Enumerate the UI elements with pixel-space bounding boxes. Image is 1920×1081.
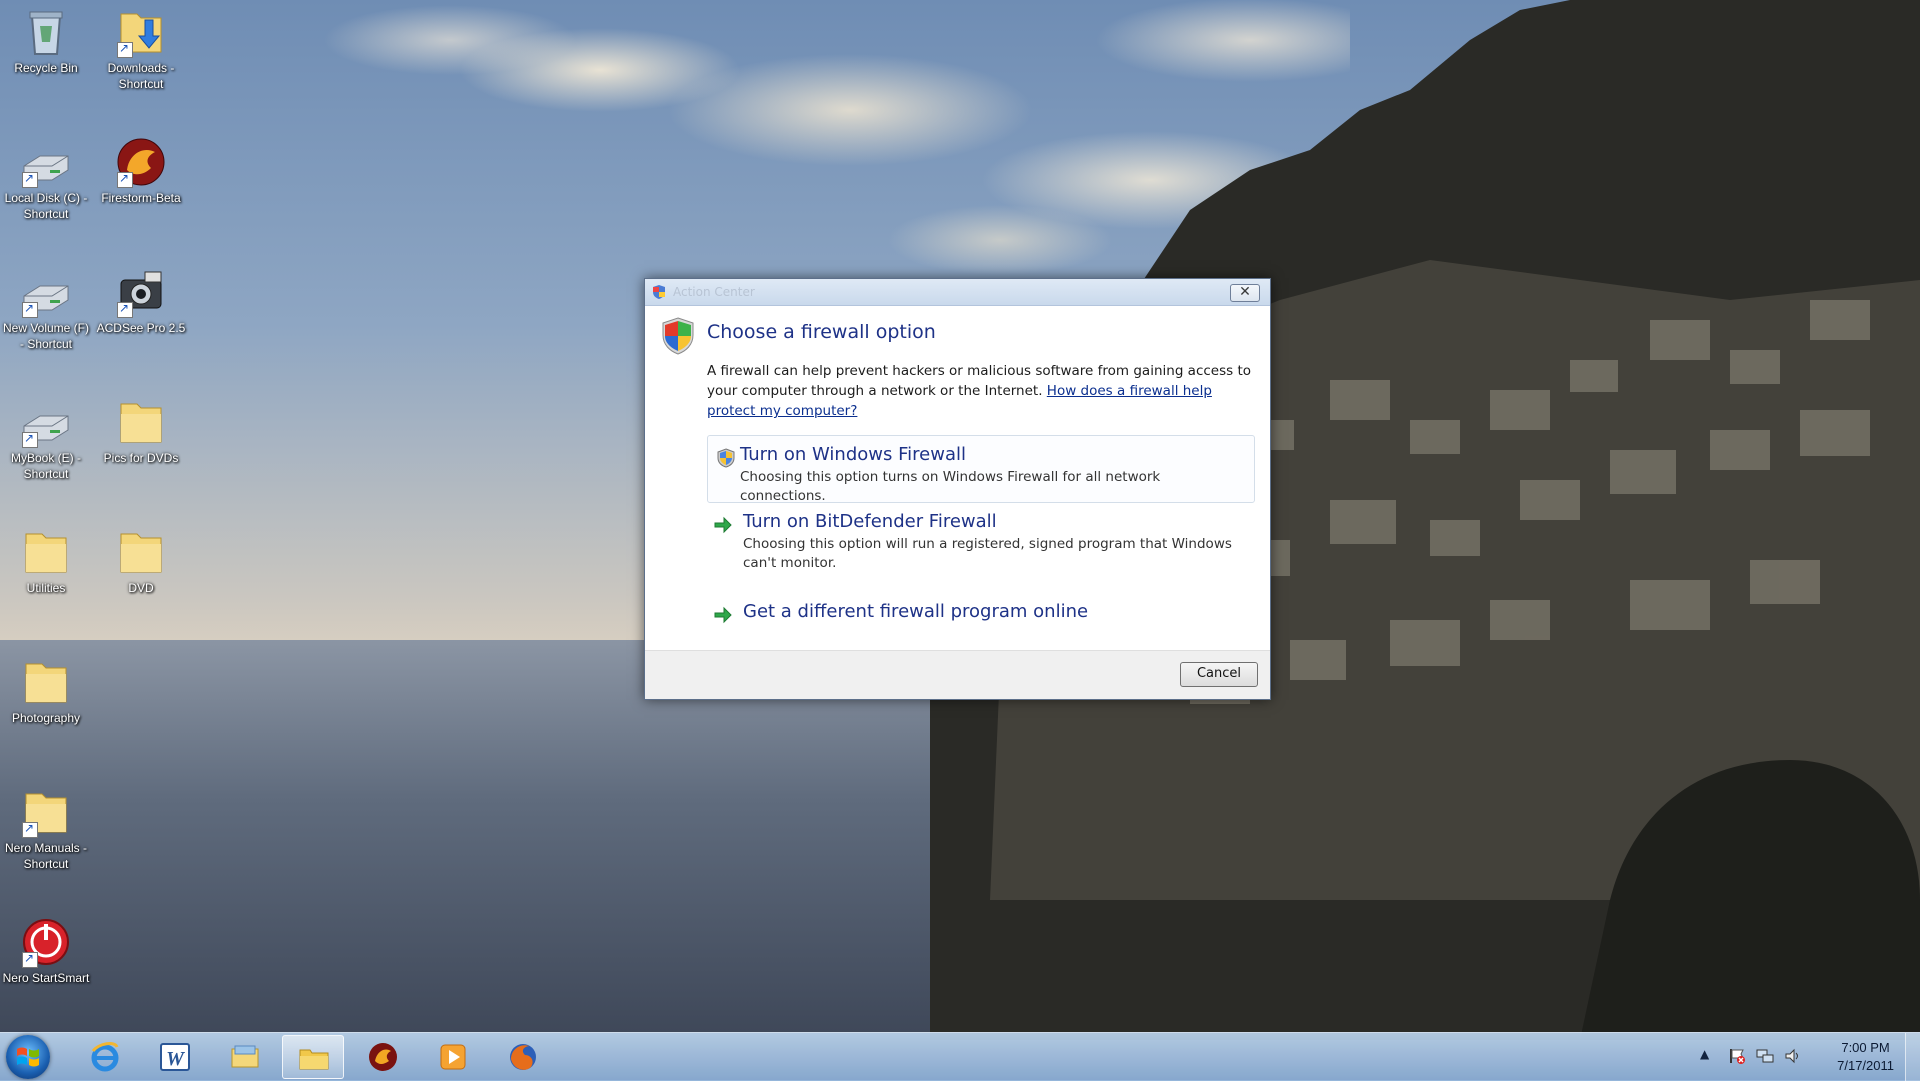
- dialog-description: A firewall can help prevent hackers or m…: [707, 361, 1255, 421]
- recycle-bin-icon: [20, 6, 72, 58]
- show-hidden-icons-icon[interactable]: ▲: [1700, 1047, 1718, 1065]
- svg-text:W: W: [166, 1048, 185, 1070]
- folder-icon: [20, 656, 72, 708]
- option-windows-firewall-desc: Choosing this option turns on Windows Fi…: [740, 469, 1161, 504]
- desktop-icon[interactable]: Nero StartSmart: [0, 910, 92, 986]
- word-icon: W: [160, 1043, 190, 1071]
- desktop-icon-label: Firestorm-Beta: [101, 191, 181, 205]
- internet-explorer-icon: [91, 1042, 119, 1072]
- security-shield-icon: [662, 317, 694, 355]
- option-get-firewall-online[interactable]: Get a different firewall program online: [707, 593, 1255, 629]
- desktop-icon[interactable]: Local Disk (C) - Shortcut: [0, 130, 92, 222]
- option-bitdefender-title: Turn on BitDefender Firewall: [743, 511, 997, 532]
- taskbar-libraries[interactable]: [214, 1035, 276, 1079]
- desktop-icon[interactable]: Firestorm-Beta: [95, 130, 187, 206]
- option-windows-firewall[interactable]: Turn on Windows Firewall Choosing this o…: [707, 435, 1255, 504]
- desktop-icon[interactable]: Utilities: [0, 520, 92, 596]
- acdsee-icon: [115, 266, 167, 318]
- desktop-icon[interactable]: Downloads - Shortcut: [95, 0, 187, 92]
- desktop-icon[interactable]: Nero Manuals - Shortcut: [0, 780, 92, 872]
- desktop-icon-label: Local Disk (C) - Shortcut: [4, 191, 88, 221]
- close-icon: ✕: [1239, 284, 1251, 300]
- start-button[interactable]: [6, 1035, 50, 1079]
- folder-icon: [115, 396, 167, 448]
- shortcut-arrow-icon: [22, 950, 38, 968]
- desktop-icon[interactable]: Recycle Bin: [0, 0, 92, 76]
- media-player-icon: [440, 1044, 466, 1070]
- dialog-titlebar[interactable]: Action Center ✕: [645, 279, 1270, 306]
- desktop-icon[interactable]: Pics for DVDs: [95, 390, 187, 466]
- dialog-window-title: Action Center: [673, 285, 755, 299]
- clock-date: 7/17/2011: [1837, 1058, 1894, 1073]
- option-bitdefender-firewall[interactable]: Turn on BitDefender Firewall Choosing th…: [707, 503, 1255, 575]
- network-icon[interactable]: [1756, 1047, 1774, 1065]
- nero-startsmart-icon: [20, 916, 72, 968]
- folder-icon: [115, 526, 167, 578]
- desktop-icon[interactable]: DVD: [95, 520, 187, 596]
- desktop-icon-label: MyBook (E) - Shortcut: [10, 451, 81, 481]
- desktop-icon-label: New Volume (F) - Shortcut: [2, 321, 90, 351]
- drive-icon: [20, 136, 72, 188]
- firestorm-icon: [115, 136, 167, 188]
- drive-icon: [20, 396, 72, 448]
- shortcut-arrow-icon: [22, 170, 38, 188]
- firefox-icon: [510, 1044, 536, 1070]
- firestorm-icon: [369, 1043, 397, 1071]
- shortcut-arrow-icon: [22, 820, 38, 838]
- desktop-icon-label: Downloads - Shortcut: [107, 61, 175, 91]
- firewall-dialog: Action Center ✕ Choose a firewall option…: [644, 278, 1271, 700]
- shortcut-arrow-icon: [22, 430, 38, 448]
- cancel-button[interactable]: Cancel: [1180, 662, 1258, 687]
- desktop-icon-label: Photography: [11, 711, 81, 725]
- desktop-icon[interactable]: MyBook (E) - Shortcut: [0, 390, 92, 482]
- option-get-firewall-title: Get a different firewall program online: [743, 601, 1089, 622]
- desktop-icon-label: ACDSee Pro 2.5: [96, 321, 186, 335]
- taskbar-firefox[interactable]: [492, 1035, 554, 1079]
- show-desktop-button[interactable]: [1905, 1033, 1920, 1081]
- shortcut-arrow-icon: [117, 300, 133, 318]
- clock-time: 7:00 PM: [1841, 1040, 1890, 1055]
- taskbar-word[interactable]: W: [144, 1035, 206, 1079]
- drive-icon: [20, 266, 72, 318]
- shortcut-arrow-icon: [22, 300, 38, 318]
- desktop-icon-label: Nero Manuals - Shortcut: [4, 841, 88, 871]
- libraries-icon: [231, 1045, 259, 1068]
- action-center-flag-icon[interactable]: [1728, 1047, 1746, 1065]
- desktop-icon-label: DVD: [128, 581, 154, 595]
- shortcut-arrow-icon: [117, 40, 133, 58]
- option-windows-firewall-title: Turn on Windows Firewall: [740, 444, 966, 465]
- windows-logo-icon: [17, 1047, 39, 1067]
- folder-icon: [20, 526, 72, 578]
- desktop-icon-label: Nero StartSmart: [2, 971, 90, 985]
- option-bitdefender-desc: Choosing this option will run a register…: [743, 536, 1232, 571]
- folder-icon: [20, 786, 72, 838]
- desktop-icon[interactable]: ACDSee Pro 2.5: [95, 260, 187, 336]
- green-arrow-icon: [714, 606, 732, 624]
- desktop-icon-label: Utilities: [26, 581, 66, 595]
- taskbar-firestorm[interactable]: [352, 1035, 414, 1079]
- taskbar-media-player[interactable]: [422, 1035, 484, 1079]
- dialog-heading: Choose a firewall option: [707, 321, 936, 343]
- system-clock[interactable]: 7:00 PM 7/17/2011: [1837, 1039, 1894, 1075]
- shortcut-arrow-icon: [117, 170, 133, 188]
- taskbar-internet-explorer[interactable]: [74, 1035, 136, 1079]
- system-tray: ▲ 7:00 PM 7/17/2011: [1690, 1033, 1920, 1081]
- close-button[interactable]: ✕: [1230, 284, 1260, 302]
- taskbar: W ▲ 7:00 PM 7/17/2011: [0, 1032, 1920, 1081]
- desktop-icon-label: Recycle Bin: [14, 61, 78, 75]
- green-arrow-icon: [714, 516, 732, 534]
- shield-icon: [717, 448, 735, 468]
- dialog-footer: Cancel: [645, 650, 1270, 699]
- desktop-icon[interactable]: Photography: [0, 650, 92, 726]
- windows-explorer-icon: [299, 1049, 329, 1070]
- desktop-icon[interactable]: New Volume (F) - Shortcut: [0, 260, 92, 352]
- folder-downloads-icon: [115, 6, 167, 58]
- desktop-icon-label: Pics for DVDs: [103, 451, 179, 465]
- taskbar-windows-explorer[interactable]: [282, 1035, 344, 1079]
- action-center-flag-icon: [653, 285, 665, 299]
- volume-icon[interactable]: [1784, 1047, 1802, 1065]
